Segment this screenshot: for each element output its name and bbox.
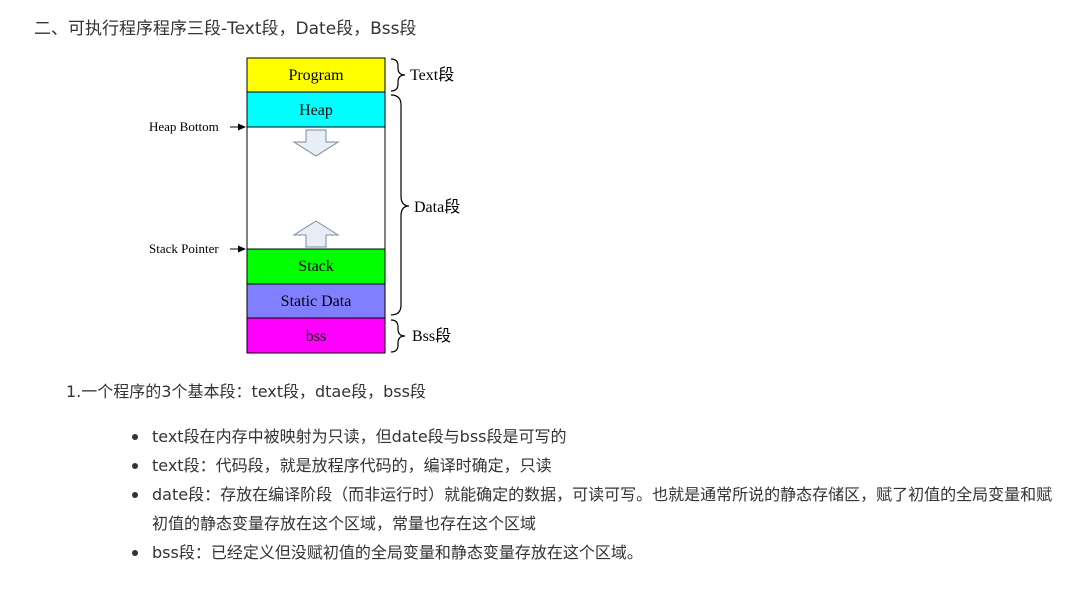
bss-segment-brace xyxy=(390,319,406,353)
text-segment-label: Text段 xyxy=(410,66,454,84)
list-item: text段：代码段，就是放程序代码的，编译时确定，只读 xyxy=(128,451,1058,480)
bullet-list: text段在内存中被映射为只读，但date段与bss段是可写的 text段：代码… xyxy=(128,422,1058,567)
stack-pointer-arrowhead-icon xyxy=(238,245,246,253)
bullet-icon xyxy=(132,492,138,498)
segment-label-bss: bss xyxy=(306,328,326,345)
text-segment-brace xyxy=(390,58,406,92)
segment-label-heap: Heap xyxy=(299,102,333,119)
segment-label-static-data: Static Data xyxy=(281,293,352,310)
bss-segment-label: Bss段 xyxy=(412,327,451,345)
heap-bottom-arrowhead-icon xyxy=(238,123,246,131)
bullet-icon xyxy=(132,550,138,556)
segment-label-stack: Stack xyxy=(298,258,334,275)
segment-label-program: Program xyxy=(288,67,344,84)
list-item-text: date段：存放在编译阶段（而非运行时）就能确定的数据，可读可写。也就是通常所说… xyxy=(152,485,1053,533)
heap-bottom-label: Heap Bottom xyxy=(149,119,219,134)
stack-pointer-label: Stack Pointer xyxy=(149,241,219,256)
bullet-icon xyxy=(132,434,138,440)
list-item-text: text段：代码段，就是放程序代码的，编译时确定，只读 xyxy=(152,456,552,475)
bullet-icon xyxy=(132,463,138,469)
list-item-text: bss段：已经定义但没赋初值的全局变量和静态变量存放在这个区域。 xyxy=(152,543,643,562)
list-item: text段在内存中被映射为只读，但date段与bss段是可写的 xyxy=(128,422,1058,451)
data-segment-label: Data段 xyxy=(414,198,460,216)
list-item: date段：存放在编译阶段（而非运行时）就能确定的数据，可读可写。也就是通常所说… xyxy=(128,480,1058,538)
list-item-text: text段在内存中被映射为只读，但date段与bss段是可写的 xyxy=(152,427,567,446)
data-segment-brace xyxy=(390,94,410,316)
list-item: bss段：已经定义但没赋初值的全局变量和静态变量存放在这个区域。 xyxy=(128,538,1058,567)
subheading: 1.一个程序的3个基本段：text段，dtae段，bss段 xyxy=(66,382,426,401)
